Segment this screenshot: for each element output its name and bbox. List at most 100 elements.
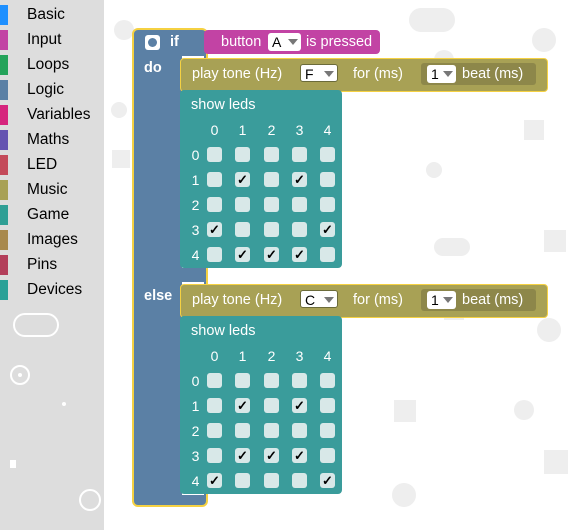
- note-dropdown[interactable]: F: [300, 64, 338, 82]
- category-led[interactable]: LED: [0, 154, 104, 179]
- led-checkbox[interactable]: ✓: [207, 473, 222, 488]
- led-checkbox[interactable]: [235, 473, 250, 488]
- category-variables[interactable]: Variables: [0, 104, 104, 129]
- gear-icon[interactable]: [145, 35, 160, 50]
- play-tone-block[interactable]: play tone (Hz) F for (ms) 1 beat (ms): [180, 58, 548, 92]
- category-color-swatch: [0, 205, 8, 225]
- led-checkbox[interactable]: [264, 197, 279, 212]
- chevron-down-icon: [443, 71, 453, 77]
- category-loops[interactable]: Loops: [0, 54, 104, 79]
- led-checkbox[interactable]: [264, 423, 279, 438]
- led-checkbox[interactable]: [264, 172, 279, 187]
- category-pins[interactable]: Pins: [0, 254, 104, 279]
- led-checkbox[interactable]: [264, 222, 279, 237]
- toolbox: Basic Input Loops Logic Variables Maths …: [0, 0, 104, 530]
- beat-dropdown[interactable]: 1: [427, 65, 456, 83]
- category-basic[interactable]: Basic: [0, 4, 104, 29]
- row-header: 3: [191, 222, 200, 238]
- button-pressed-block[interactable]: button A is pressed: [204, 30, 380, 54]
- led-checkbox[interactable]: ✓: [235, 398, 250, 413]
- beat-dropdown[interactable]: 1: [427, 291, 456, 309]
- led-checkbox[interactable]: ✓: [320, 222, 335, 237]
- chevron-down-icon: [324, 297, 334, 303]
- led-checkbox[interactable]: [235, 423, 250, 438]
- category-label: Loops: [27, 56, 70, 73]
- led-checkbox[interactable]: [292, 197, 307, 212]
- show-leds-block[interactable]: show leds 0 1 2 3 4 0 1 2 3 4 ✓ ✓ ✓ ✓ ✓ ✓ ✓: [180, 316, 342, 494]
- category-color-swatch: [0, 55, 8, 75]
- led-checkbox[interactable]: [292, 147, 307, 162]
- led-checkbox[interactable]: [207, 373, 222, 388]
- led-checkbox[interactable]: ✓: [264, 247, 279, 262]
- category-color-swatch: [0, 180, 8, 200]
- led-checkbox[interactable]: ✓: [235, 172, 250, 187]
- led-checkbox[interactable]: [235, 373, 250, 388]
- category-label: Pins: [27, 256, 58, 273]
- led-checkbox[interactable]: [320, 373, 335, 388]
- led-checkbox[interactable]: [207, 172, 222, 187]
- category-color-swatch: [0, 255, 8, 275]
- led-checkbox[interactable]: [320, 197, 335, 212]
- led-checkbox[interactable]: [207, 147, 222, 162]
- led-checkbox[interactable]: [292, 473, 307, 488]
- led-checkbox[interactable]: ✓: [235, 247, 250, 262]
- col-header: 1: [238, 122, 247, 138]
- row-header: 1: [191, 172, 200, 188]
- row-header: 0: [191, 373, 200, 389]
- led-checkbox[interactable]: [264, 147, 279, 162]
- led-checkbox[interactable]: ✓: [292, 172, 307, 187]
- led-checkbox[interactable]: [320, 398, 335, 413]
- button-select-dropdown[interactable]: A: [268, 33, 301, 51]
- category-label: Game: [27, 206, 70, 223]
- play-tone-block[interactable]: play tone (Hz) C for (ms) 1 beat (ms): [180, 284, 548, 318]
- category-images[interactable]: Images: [0, 229, 104, 254]
- led-checkbox[interactable]: [320, 247, 335, 262]
- led-checkbox[interactable]: [207, 423, 222, 438]
- led-checkbox[interactable]: [292, 373, 307, 388]
- led-checkbox[interactable]: [264, 473, 279, 488]
- led-checkbox[interactable]: ✓: [207, 222, 222, 237]
- category-game[interactable]: Game: [0, 204, 104, 229]
- col-header: 0: [210, 122, 219, 138]
- col-header: 0: [210, 348, 219, 364]
- category-label: Input: [27, 31, 62, 48]
- category-color-swatch: [0, 80, 8, 100]
- led-checkbox[interactable]: [292, 222, 307, 237]
- category-maths[interactable]: Maths: [0, 129, 104, 154]
- led-checkbox[interactable]: [235, 147, 250, 162]
- beat-block[interactable]: 1 beat (ms): [421, 63, 536, 85]
- led-checkbox[interactable]: ✓: [292, 247, 307, 262]
- led-checkbox[interactable]: ✓: [264, 448, 279, 463]
- led-checkbox[interactable]: [207, 197, 222, 212]
- led-checkbox[interactable]: [235, 197, 250, 212]
- blocks-workspace[interactable]: if do else button A is pressed play tone…: [104, 0, 572, 530]
- led-checkbox[interactable]: [292, 423, 307, 438]
- led-checkbox[interactable]: [264, 373, 279, 388]
- category-input[interactable]: Input: [0, 29, 104, 54]
- led-checkbox[interactable]: [264, 398, 279, 413]
- category-music[interactable]: Music: [0, 179, 104, 204]
- row-header: 3: [191, 448, 200, 464]
- led-checkbox[interactable]: [320, 423, 335, 438]
- play-tone-label: play tone (Hz): [192, 66, 283, 82]
- led-checkbox[interactable]: ✓: [292, 398, 307, 413]
- led-checkbox[interactable]: [207, 398, 222, 413]
- note-dropdown[interactable]: C: [300, 290, 338, 308]
- if-label: if: [170, 34, 179, 50]
- led-checkbox[interactable]: [320, 147, 335, 162]
- led-checkbox[interactable]: ✓: [292, 448, 307, 463]
- led-checkbox[interactable]: [235, 222, 250, 237]
- led-checkbox[interactable]: [320, 448, 335, 463]
- row-header: 2: [191, 423, 200, 439]
- led-checkbox[interactable]: ✓: [235, 448, 250, 463]
- category-color-swatch: [0, 155, 8, 175]
- show-leds-block[interactable]: show leds 0 1 2 3 4 0 1 2 3 4 ✓ ✓ ✓ ✓ ✓ ✓ ✓: [180, 90, 342, 268]
- category-logic[interactable]: Logic: [0, 79, 104, 104]
- led-checkbox[interactable]: [207, 247, 222, 262]
- led-checkbox[interactable]: [320, 172, 335, 187]
- led-checkbox[interactable]: ✓: [320, 473, 335, 488]
- led-checkbox[interactable]: [207, 448, 222, 463]
- beat-block[interactable]: 1 beat (ms): [421, 289, 536, 311]
- row-header: 1: [191, 398, 200, 414]
- show-leds-label: show leds: [191, 323, 256, 339]
